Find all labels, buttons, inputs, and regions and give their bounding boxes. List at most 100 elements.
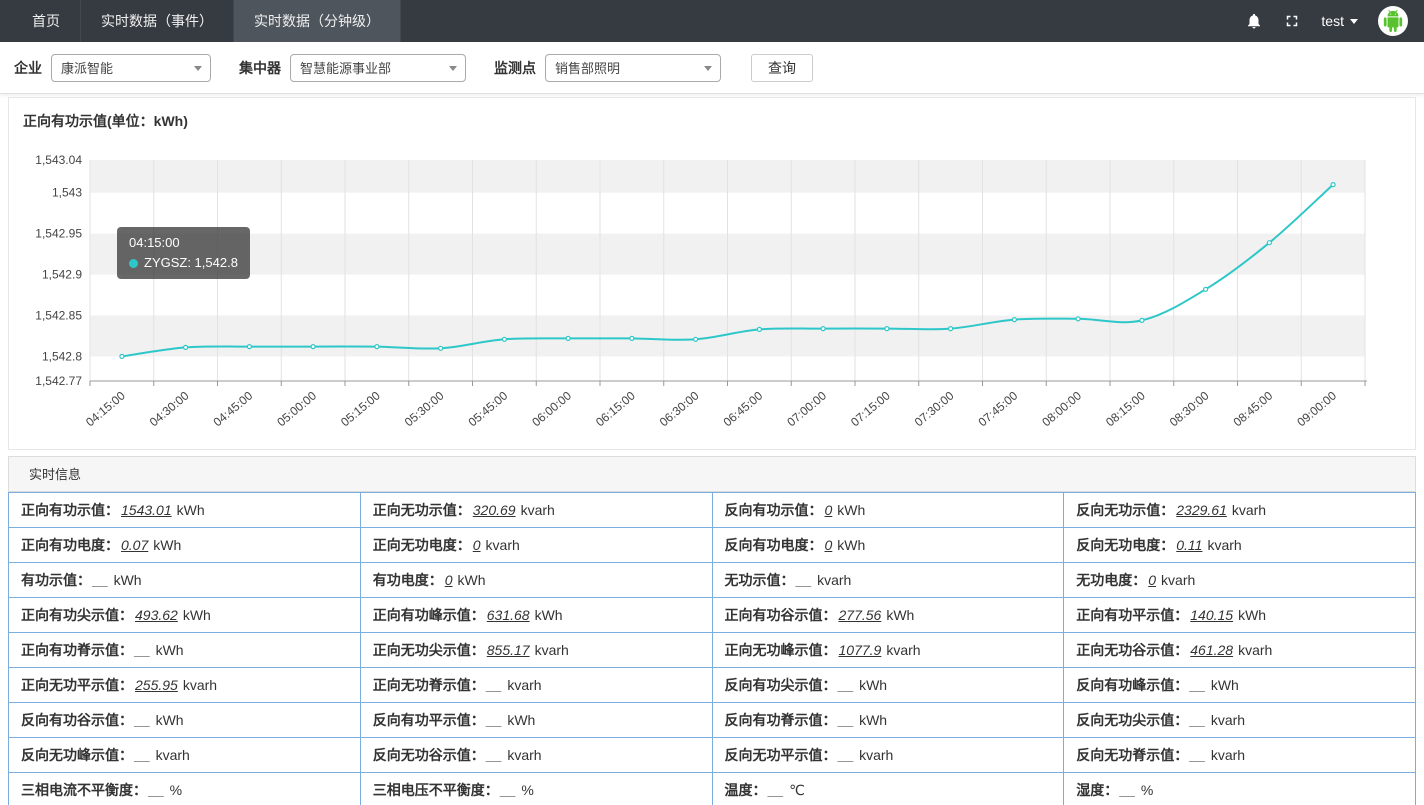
metric-unit: kvarh: [1238, 642, 1272, 658]
metric-cell: 正向无功平示值：255.95kvarh: [9, 668, 361, 703]
x-axis-label: 08:15:00: [1103, 388, 1148, 429]
metric-label: 反向无功电度：: [1076, 537, 1174, 553]
chart-canvas[interactable]: 04:15:0004:30:0004:45:0005:00:0005:15:00…: [12, 142, 1412, 442]
data-point[interactable]: [694, 337, 698, 341]
data-point[interactable]: [247, 345, 251, 349]
concentrator-select[interactable]: 智慧能源事业部: [290, 54, 466, 82]
nav-tab[interactable]: 实时数据（分钟级）: [234, 0, 401, 42]
data-point[interactable]: [1012, 318, 1016, 322]
metric-unit: kWh: [1238, 607, 1266, 623]
data-point[interactable]: [630, 336, 634, 340]
x-axis-label: 06:45:00: [721, 388, 766, 429]
x-axis-label: 04:15:00: [83, 388, 128, 429]
metric-value-link[interactable]: 461.28: [1190, 642, 1233, 658]
data-point[interactable]: [566, 336, 570, 340]
data-point[interactable]: [439, 346, 443, 350]
metric-value-link[interactable]: 1543.01: [121, 502, 172, 518]
metric-cell: 正向无功脊示值：__kvarh: [360, 668, 712, 703]
metric-value-link[interactable]: 0: [473, 537, 481, 553]
metric-unit: kvarh: [507, 747, 541, 763]
enterprise-select[interactable]: 康派智能: [51, 54, 211, 82]
table-row: 有功示值：__kWh有功电度：0kWh无功示值：__kvarh无功电度：0kva…: [9, 563, 1416, 598]
data-point[interactable]: [311, 345, 315, 349]
data-point[interactable]: [1267, 241, 1271, 245]
table-row: 正向有功电度：0.07kWh正向无功电度：0kvarh反向有功电度：0kWh反向…: [9, 528, 1416, 563]
metric-cell: 温度：__℃: [712, 773, 1064, 805]
metric-label: 反向有功脊示值：: [725, 712, 837, 728]
metric-unit: kvarh: [886, 642, 920, 658]
data-point[interactable]: [885, 327, 889, 331]
x-axis-label: 07:00:00: [784, 388, 829, 429]
nav-tab[interactable]: 实时数据（事件）: [81, 0, 234, 42]
metric-value-empty: __: [839, 747, 855, 763]
chart-panel: 正向有功示值(单位：kWh) 04:15:0004:30:0004:45:000…: [8, 97, 1416, 450]
data-point[interactable]: [502, 337, 506, 341]
metric-unit: kvarh: [156, 747, 190, 763]
metric-unit: kvarh: [507, 677, 541, 693]
metric-value-link[interactable]: 0: [825, 537, 833, 553]
metric-unit: kWh: [507, 712, 535, 728]
metric-label: 反向无功示值：: [1076, 502, 1174, 518]
notifications-bell-icon[interactable]: [1245, 12, 1263, 30]
metric-unit: kvarh: [486, 537, 520, 553]
data-point[interactable]: [1331, 183, 1335, 187]
data-point[interactable]: [821, 327, 825, 331]
data-point[interactable]: [120, 354, 124, 358]
metric-value-link[interactable]: 0.11: [1176, 537, 1202, 553]
metric-value-link[interactable]: 493.62: [135, 607, 178, 623]
metric-unit: %: [1141, 782, 1153, 798]
data-point[interactable]: [375, 345, 379, 349]
chart-title: 正向有功示值(单位：kWh): [9, 98, 1415, 142]
x-axis-label: 07:15:00: [848, 388, 893, 429]
user-menu[interactable]: test: [1321, 13, 1358, 29]
metric-cell: 反向有功脊示值：__kWh: [712, 703, 1064, 738]
data-point[interactable]: [184, 345, 188, 349]
metric-value-link[interactable]: 0: [825, 502, 833, 518]
metric-value-link[interactable]: 1077.9: [839, 642, 882, 658]
metric-value-link[interactable]: 0: [1148, 572, 1156, 588]
metric-value-empty: __: [1190, 712, 1206, 728]
monitor-point-select[interactable]: 销售部照明: [545, 54, 721, 82]
data-point[interactable]: [1140, 318, 1144, 322]
metric-value-link[interactable]: 0: [445, 572, 453, 588]
data-point[interactable]: [1076, 317, 1080, 321]
data-point[interactable]: [757, 327, 761, 331]
avatar[interactable]: [1378, 6, 1408, 36]
data-point[interactable]: [1204, 287, 1208, 291]
monitor-point-filter: 监测点 销售部照明: [494, 54, 721, 82]
metric-value-link[interactable]: 255.95: [135, 677, 178, 693]
metric-unit: ℃: [789, 782, 805, 798]
metric-value-link[interactable]: 277.56: [839, 607, 882, 623]
metric-label: 无功示值：: [725, 572, 795, 588]
metric-value-empty: __: [769, 782, 785, 798]
realtime-info-panel: 实时信息 正向有功示值：1543.01kWh正向无功示值：320.69kvarh…: [8, 456, 1416, 805]
data-point[interactable]: [949, 327, 953, 331]
metric-unit: %: [170, 782, 182, 798]
line-chart: 04:15:0004:30:0004:45:0005:00:0005:15:00…: [9, 142, 1415, 442]
nav-tab[interactable]: 首页: [12, 0, 81, 42]
metric-value-link[interactable]: 855.17: [487, 642, 530, 658]
query-button[interactable]: 查询: [751, 54, 813, 82]
metric-label: 正向有功脊示值：: [21, 642, 133, 658]
metric-label: 反向无功平示值：: [725, 747, 837, 763]
metric-label: 反向无功峰示值：: [21, 747, 133, 763]
metric-label: 正向有功电度：: [21, 537, 119, 553]
metric-cell: 湿度：__%: [1064, 773, 1416, 805]
concentrator-filter: 集中器 智慧能源事业部: [239, 54, 466, 82]
metric-label: 反向有功电度：: [725, 537, 823, 553]
metric-cell: 正向有功电度：0.07kWh: [9, 528, 361, 563]
metric-value-link[interactable]: 2329.61: [1176, 502, 1227, 518]
metric-unit: kWh: [156, 642, 184, 658]
metric-value-link[interactable]: 140.15: [1190, 607, 1233, 623]
fullscreen-icon[interactable]: [1283, 12, 1301, 30]
metric-value-link[interactable]: 0.07: [121, 537, 148, 553]
metric-cell: 正向有功平示值：140.15kWh: [1064, 598, 1416, 633]
metric-unit: kvarh: [1232, 502, 1266, 518]
metric-value-link[interactable]: 320.69: [473, 502, 516, 518]
metric-unit: kWh: [859, 677, 887, 693]
metric-label: 无功电度：: [1076, 572, 1146, 588]
metric-value-link[interactable]: 631.68: [487, 607, 530, 623]
metric-value-empty: __: [93, 572, 109, 588]
nav-tabs: 首页实时数据（事件）实时数据（分钟级）: [0, 0, 401, 42]
metric-unit: kvarh: [859, 747, 893, 763]
